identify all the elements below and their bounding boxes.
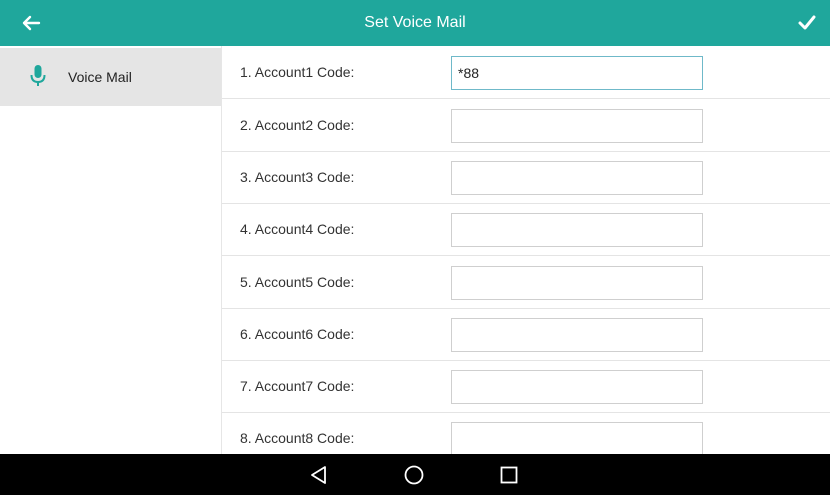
account3-code-field[interactable]	[451, 161, 703, 195]
account7-code-label: 7. Account7 Code:	[240, 378, 355, 394]
list-item: 6. Account6 Code:	[222, 308, 830, 361]
list-item: 4. Account4 Code:	[222, 203, 830, 256]
list-item: 8. Account8 Code:	[222, 412, 830, 454]
account8-code-label: 8. Account8 Code:	[240, 430, 355, 446]
back-triangle-icon[interactable]	[306, 462, 332, 488]
account-code-list[interactable]: 1. Account1 Code: 2. Account2 Code: 3. A…	[222, 46, 830, 454]
account2-code-field[interactable]	[451, 109, 703, 143]
recent-square-icon[interactable]	[496, 462, 522, 488]
account1-code-field[interactable]	[451, 56, 703, 90]
account5-code-label: 5. Account5 Code:	[240, 274, 355, 290]
checkmark-icon[interactable]	[792, 8, 822, 38]
account6-code-label: 6. Account6 Code:	[240, 326, 355, 342]
list-item: 2. Account2 Code:	[222, 99, 830, 152]
sidebar: Voice Mail	[0, 46, 222, 454]
account4-code-field[interactable]	[451, 213, 703, 247]
microphone-icon	[30, 65, 46, 86]
sidebar-item-label: Voice Mail	[68, 69, 132, 85]
account8-code-field[interactable]	[451, 422, 703, 454]
account5-code-field[interactable]	[451, 266, 703, 300]
list-item: 1. Account1 Code:	[222, 46, 830, 99]
title-bar: Set Voice Mail	[0, 0, 830, 46]
account1-code-label: 1. Account1 Code:	[240, 64, 355, 80]
list-item: 3. Account3 Code:	[222, 151, 830, 204]
account6-code-field[interactable]	[451, 318, 703, 352]
account4-code-label: 4. Account4 Code:	[240, 221, 355, 237]
navigation-bar	[0, 454, 830, 495]
list-item: 5. Account5 Code:	[222, 256, 830, 309]
home-circle-icon[interactable]	[401, 462, 427, 488]
list-item: 7. Account7 Code:	[222, 360, 830, 413]
account2-code-label: 2. Account2 Code:	[240, 117, 355, 133]
account7-code-field[interactable]	[451, 370, 703, 404]
account3-code-label: 3. Account3 Code:	[240, 169, 355, 185]
sidebar-item-voice-mail[interactable]: Voice Mail	[0, 48, 221, 106]
page-title: Set Voice Mail	[364, 14, 466, 31]
